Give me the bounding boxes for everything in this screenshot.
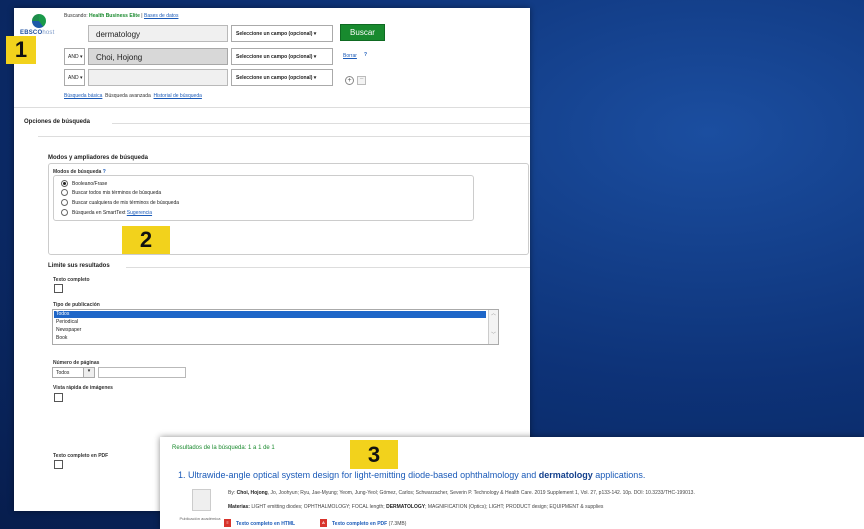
pages-input[interactable]: [98, 367, 186, 378]
pub-type-label: Tipo de publicación: [53, 302, 100, 308]
results-panel: Resultados de la búsqueda: 1 a 1 de 1 1.…: [160, 437, 864, 529]
pages-select[interactable]: Todos ▾: [52, 367, 95, 378]
search-input-1-value: dermatology: [96, 30, 141, 39]
chevron-down-icon: ▾: [83, 368, 94, 377]
help-icon[interactable]: ?: [364, 52, 367, 58]
scroll-down-icon[interactable]: ﹀: [489, 331, 498, 338]
pub-type-listbox[interactable]: Todos Periodical Newspaper Book ︿ ﹀: [52, 309, 499, 345]
pdf-full-text-label: Texto completo en PDF: [53, 453, 109, 459]
pdf-full-text-link[interactable]: Texto completo en PDF (7.3MB): [332, 521, 406, 527]
mode-smarttext-radio[interactable]: [61, 209, 68, 216]
listbox-scrollbar[interactable]: ︿ ﹀: [488, 310, 498, 344]
mode-any-terms-radio[interactable]: [61, 199, 68, 206]
mode-all-terms-radio[interactable]: [61, 189, 68, 196]
result-authors: By: Choi, Hojong, Jo, Joohyun; Ryu, Jae-…: [228, 490, 695, 496]
search-panel: EBSCOhost Buscando: Health Business Elit…: [14, 8, 530, 511]
tab-basic-search[interactable]: Búsqueda básica: [64, 93, 102, 99]
callout-badge-3: 3: [350, 440, 398, 469]
field-select-2[interactable]: Seleccione un campo (opcional) ▾: [231, 48, 333, 65]
pages-label: Número de páginas: [53, 360, 100, 366]
search-options-title: Opciones de búsqueda: [24, 119, 91, 125]
searching-label: Buscando:: [64, 13, 88, 19]
search-input-1[interactable]: dermatology: [88, 25, 228, 42]
quick-image-checkbox[interactable]: [54, 393, 63, 402]
mode-smarttext-label: Búsqueda en SmartText Sugerencia: [72, 210, 153, 216]
html-full-text-icon: ≡: [224, 519, 231, 527]
field-select-3[interactable]: Seleccione un campo (opcional) ▾: [231, 69, 333, 86]
pdf-full-text-checkbox[interactable]: [54, 460, 63, 469]
full-text-checkbox[interactable]: [54, 284, 63, 293]
search-input-3[interactable]: [88, 69, 228, 86]
add-row-icon[interactable]: +: [345, 76, 354, 85]
operator-select-2[interactable]: AND ▾: [64, 48, 85, 65]
operator-select-3[interactable]: AND ▾: [64, 69, 85, 86]
doc-type-label: Publicación académica: [179, 516, 221, 521]
search-button[interactable]: Buscar: [340, 24, 385, 41]
mode-boolean-radio[interactable]: [61, 180, 68, 187]
ebsco-logo-icon: [32, 14, 46, 28]
pub-type-option[interactable]: Periodical: [54, 319, 486, 326]
search-input-2[interactable]: Choi, Hojong: [88, 48, 228, 65]
remove-row-icon[interactable]: −: [357, 76, 366, 85]
clear-link[interactable]: Borrar: [343, 53, 357, 59]
tab-search-history[interactable]: Historial de búsqueda: [154, 93, 202, 99]
divider: [38, 136, 530, 137]
callout-badge-1: 1: [6, 36, 36, 64]
full-text-label: Texto completo: [53, 277, 90, 283]
divider: [14, 107, 530, 108]
limits-title: Limite sus resultados: [48, 263, 110, 269]
pub-type-option[interactable]: Newspaper: [54, 327, 486, 334]
searching-line: Buscando: Health Business Elite | Bases …: [64, 13, 179, 19]
modes-section-title: Modos y ampliadores de búsqueda: [48, 155, 149, 161]
document-icon[interactable]: [192, 489, 211, 511]
pub-type-option[interactable]: Todos: [54, 311, 486, 318]
html-full-text-link[interactable]: Texto completo en HTML: [236, 521, 295, 527]
pub-type-option[interactable]: Book: [54, 335, 486, 342]
callout-badge-2: 2: [122, 226, 170, 254]
results-count: Resultados de la búsqueda: 1 a 1 de 1: [172, 445, 275, 451]
pdf-icon: A: [320, 519, 327, 527]
divider: [126, 267, 530, 268]
smarttext-hint-link[interactable]: Sugerencia: [127, 210, 152, 216]
mode-boolean-label: Booleano/Frase: [72, 181, 108, 187]
mode-all-terms-label: Buscar todos mis términos de búsqueda: [72, 190, 162, 196]
database-name: Health Business Elite: [89, 13, 140, 19]
quick-image-label: Vista rápida de imágenes: [53, 385, 113, 391]
divider: [112, 123, 530, 124]
search-input-2-value: Choi, Hojong: [96, 53, 143, 62]
field-select-1[interactable]: Seleccione un campo (opcional) ▾: [231, 25, 333, 42]
databases-link[interactable]: Bases de datos: [144, 13, 178, 19]
scroll-up-icon[interactable]: ︿: [489, 310, 498, 317]
result-subjects: Materias: LIGHT emitting diodes; OPHTHAL…: [228, 504, 604, 510]
tab-advanced-search[interactable]: Búsqueda avanzada: [105, 93, 151, 99]
result-title[interactable]: 1. Ultrawide-angle optical system design…: [178, 470, 645, 480]
search-tabs: Búsqueda básica Búsqueda avanzada Histor…: [64, 93, 202, 99]
mode-any-terms-label: Buscar cualquiera de mis términos de bús…: [72, 200, 180, 206]
